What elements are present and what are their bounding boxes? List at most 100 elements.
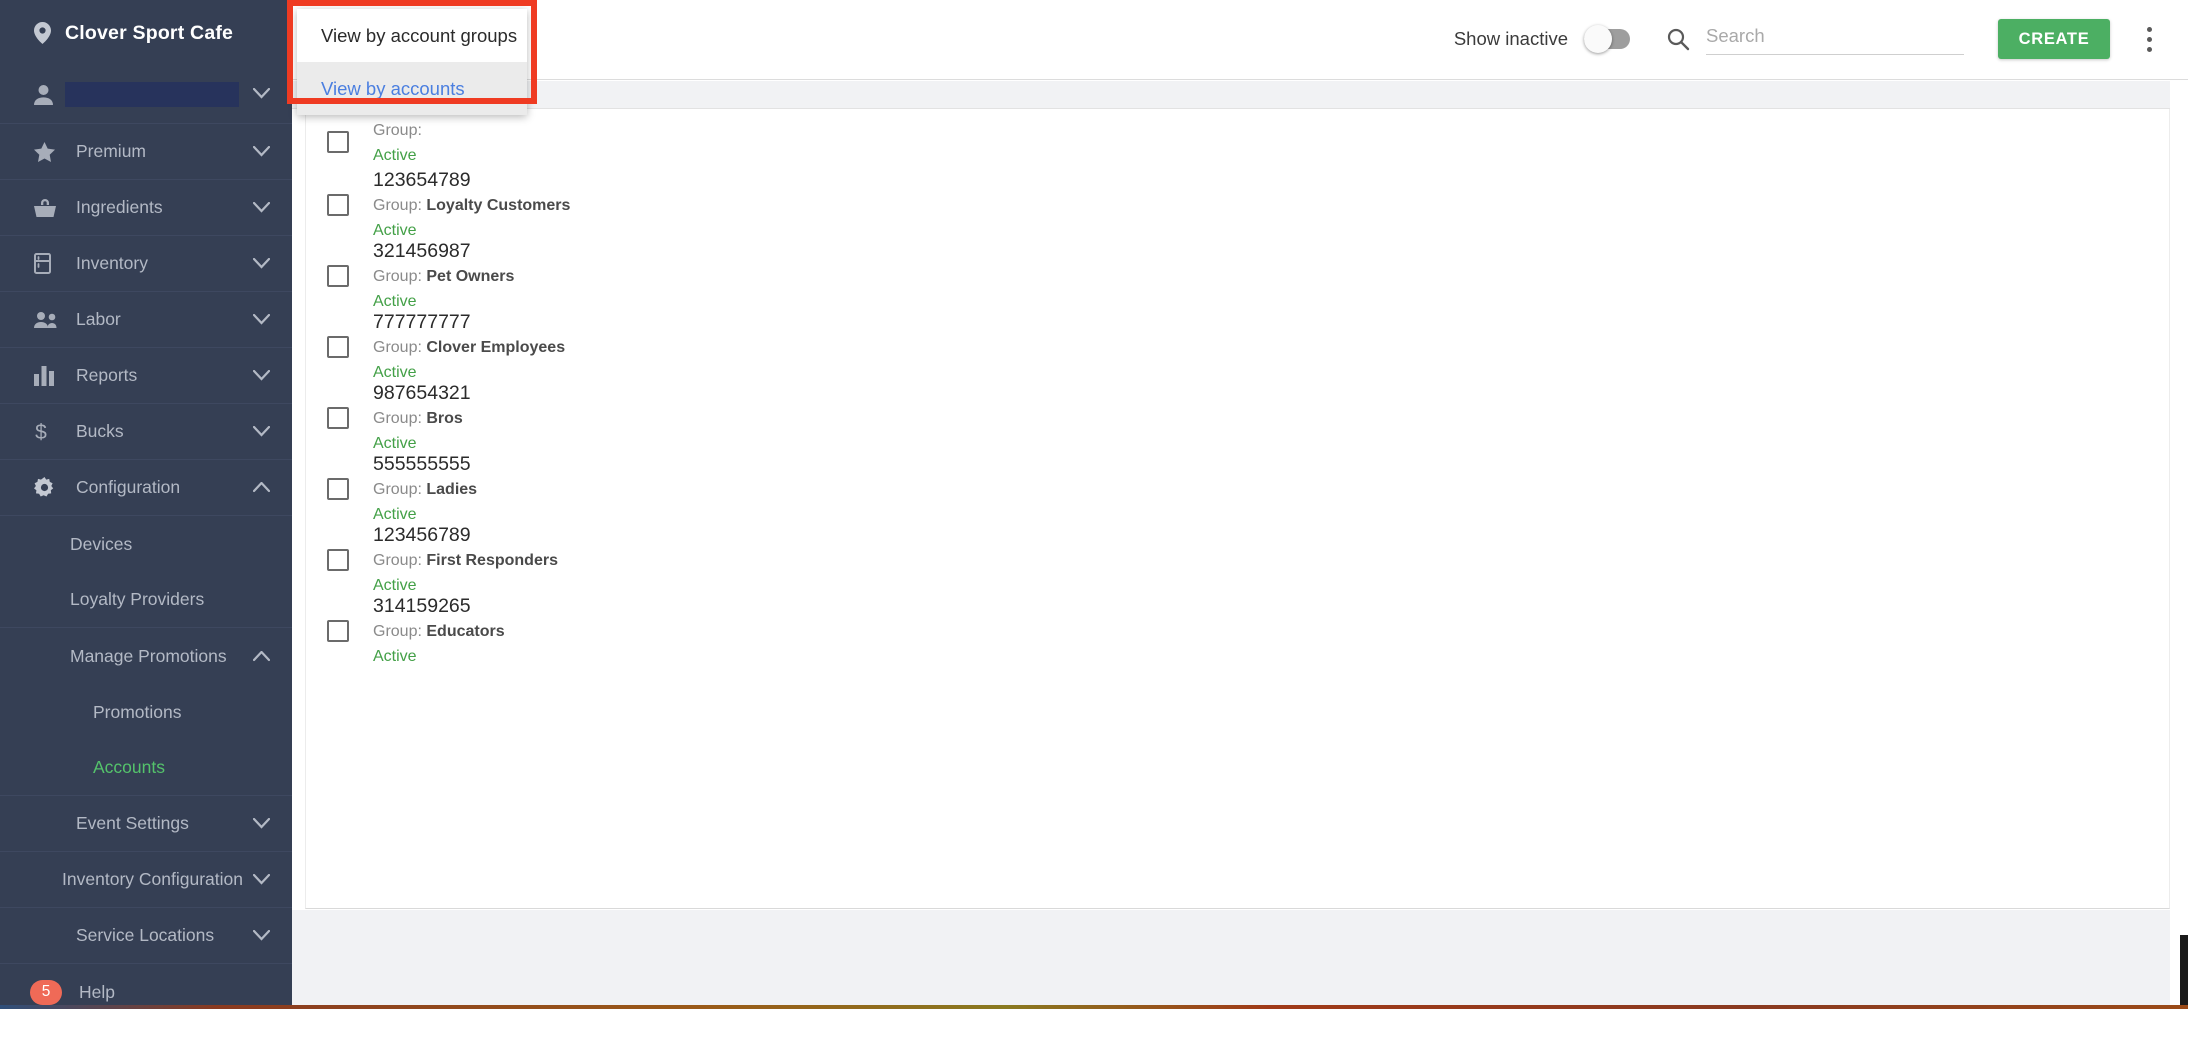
show-inactive-toggle[interactable]: [1584, 25, 1630, 53]
sidebar-item-reports[interactable]: Reports: [0, 348, 292, 404]
row-checkbox[interactable]: [327, 131, 349, 153]
sidebar-item-ingredients[interactable]: Ingredients: [0, 180, 292, 236]
sidebar-item-event-settings[interactable]: Event Settings: [0, 796, 292, 852]
sidebar-item-label: Inventory: [76, 253, 148, 273]
table-row[interactable]: Group: Active: [306, 109, 2169, 169]
sidebar-subitem-label: Loyalty Providers: [70, 589, 205, 609]
sidebar: Clover Sport Cafe Premium Ingredients In…: [0, 0, 292, 1005]
row-checkbox[interactable]: [327, 193, 349, 216]
group-name: Loyalty Customers: [426, 196, 571, 214]
chevron-down-icon: [253, 930, 270, 941]
sidebar-item-configuration[interactable]: Configuration: [0, 460, 292, 516]
sidebar-subitem-label: Manage Promotions: [70, 645, 227, 666]
sidebar-item-loyalty-providers[interactable]: Loyalty Providers: [0, 572, 292, 628]
show-inactive-label: Show inactive: [1453, 28, 1568, 49]
sidebar-item-inventory[interactable]: Inventory: [0, 236, 292, 292]
group-name: Bros: [426, 409, 463, 427]
row-account-number: 987654321: [373, 381, 471, 404]
search-box: [1666, 23, 1964, 55]
group-name: Clover Employees: [426, 338, 566, 356]
group-prefix: Group:: [373, 480, 422, 498]
menu-item-label: View by account groups: [321, 24, 518, 46]
table-row[interactable]: 987654321 Group: Bros Active: [306, 382, 2169, 453]
row-group: Group: Bros: [373, 407, 471, 431]
gear-icon: [34, 477, 60, 498]
fridge-icon: [34, 253, 60, 274]
group-prefix: Group:: [373, 409, 422, 427]
table-row[interactable]: 777777777 Group: Clover Employees Active: [306, 311, 2169, 382]
menu-item-label: View by accounts: [321, 77, 465, 99]
viewport-bottom-strip: [0, 1005, 2188, 1009]
sidebar-item-manage-promotions[interactable]: Manage Promotions: [0, 628, 292, 684]
view-mode-dropdown-menu: View by account groups View by accounts: [297, 9, 527, 115]
row-account-number: 123654789: [373, 168, 471, 191]
row-group: Group: Educators: [373, 620, 505, 644]
sidebar-item-inventory-configuration[interactable]: Inventory Configuration: [0, 852, 292, 908]
table-row[interactable]: 123654789 Group: Loyalty Customers Activ…: [306, 169, 2169, 240]
group-prefix: Group:: [373, 122, 422, 140]
row-checkbox[interactable]: [327, 335, 349, 358]
sidebar-item-bucks[interactable]: $ Bucks: [0, 404, 292, 460]
row-group: Group: Pet Owners: [373, 265, 514, 289]
sidebar-item-label: Premium: [76, 141, 147, 161]
table-row[interactable]: 314159265 Group: Educators Active: [306, 595, 2169, 666]
chevron-down-icon: [253, 146, 270, 157]
table-row[interactable]: 555555555 Group: Ladies Active: [306, 453, 2169, 524]
group-name: First Responders: [426, 551, 558, 569]
brand-header: Clover Sport Cafe: [0, 0, 292, 66]
search-icon[interactable]: [1666, 27, 1690, 51]
row-checkbox[interactable]: [327, 548, 349, 571]
group-prefix: Group:: [373, 267, 422, 285]
row-group: Group: Clover Employees: [373, 336, 565, 360]
group-name: Ladies: [426, 480, 478, 498]
row-checkbox[interactable]: [327, 406, 349, 429]
chevron-up-icon: [253, 650, 270, 662]
top-bar: Show inactive CREATE: [292, 0, 2188, 80]
row-group: Group: Loyalty Customers: [373, 194, 570, 218]
sidebar-item-label: Inventory Configuration: [62, 869, 243, 889]
user-selector[interactable]: [0, 66, 292, 124]
row-account-number: 321456987: [373, 239, 471, 262]
dollar-icon: $: [34, 421, 60, 443]
sidebar-item-label: Configuration: [76, 477, 181, 497]
sidebar-item-label: Help: [79, 981, 115, 1002]
chevron-down-icon: [253, 258, 270, 269]
table-row[interactable]: 321456987 Group: Pet Owners Active: [306, 240, 2169, 311]
chevron-down-icon: [253, 202, 270, 213]
chevron-down-icon: [253, 426, 270, 437]
sidebar-item-label: Bucks: [76, 421, 124, 441]
sidebar-subitem-label: Devices: [70, 533, 133, 554]
create-button[interactable]: CREATE: [1998, 19, 2110, 59]
row-account-number: 777777777: [373, 310, 471, 333]
sidebar-item-premium[interactable]: Premium: [0, 124, 292, 180]
sidebar-item-labor[interactable]: Labor: [0, 292, 292, 348]
sidebar-item-help[interactable]: 5 Help: [0, 964, 292, 1005]
row-account-number: 555555555: [373, 452, 471, 475]
help-notification-badge: 5: [30, 979, 62, 1005]
sidebar-item-label: Ingredients: [76, 197, 163, 217]
row-group: Group: First Responders: [373, 549, 558, 573]
group-prefix: Group:: [373, 551, 422, 569]
row-checkbox[interactable]: [327, 264, 349, 287]
sidebar-item-service-locations[interactable]: Service Locations: [0, 908, 292, 964]
chevron-up-icon: [253, 482, 270, 493]
kebab-menu-icon[interactable]: [2132, 19, 2166, 59]
row-status: Active: [373, 647, 417, 665]
menu-item-view-by-accounts[interactable]: View by accounts: [297, 62, 527, 115]
sidebar-item-devices[interactable]: Devices: [0, 516, 292, 572]
menu-item-view-by-account-groups[interactable]: View by account groups: [297, 9, 527, 62]
app-root: Clover Sport Cafe Premium Ingredients In…: [0, 0, 2188, 1040]
location-pin-icon: [34, 22, 51, 44]
row-checkbox[interactable]: [327, 477, 349, 500]
group-prefix: Group:: [373, 196, 422, 214]
person-icon: [34, 84, 53, 105]
chevron-down-icon: [253, 314, 270, 325]
toggle-knob: [1584, 25, 1612, 53]
page-scrollbar[interactable]: [2180, 935, 2188, 1007]
sidebar-item-promotions[interactable]: Promotions: [0, 684, 292, 740]
table-row[interactable]: 123456789 Group: First Responders Active: [306, 524, 2169, 595]
search-input[interactable]: [1706, 23, 1964, 55]
row-checkbox[interactable]: [327, 619, 349, 642]
sidebar-item-accounts[interactable]: Accounts: [0, 740, 292, 796]
chevron-down-icon: [253, 874, 270, 885]
